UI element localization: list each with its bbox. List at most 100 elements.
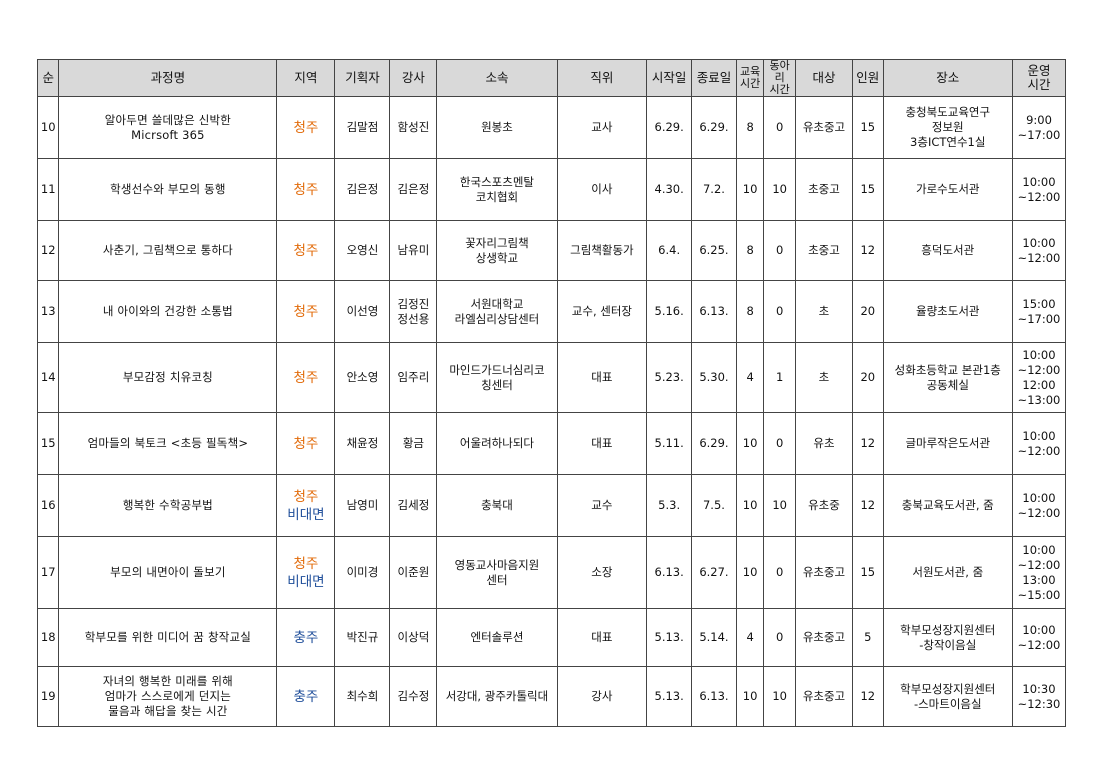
table-row: 18 학부모를 위한 미디어 꿈 창작교실 충주 박진규 이상덕 엔터솔루션 대표 5.13.…	[36, 608, 1067, 667]
course-name: 사춘기, 그림책으로 통하다	[58, 220, 278, 281]
row-no-line: 19	[40, 689, 56, 703]
row-no-line: 13	[40, 304, 56, 318]
place-line: 흥덕도서관	[921, 243, 975, 257]
header-start: 시작일	[646, 59, 693, 97]
affiliation-line: 영동교사마음지원	[454, 557, 540, 572]
region: 청주	[276, 280, 336, 343]
start-date: 4.30.	[646, 158, 693, 221]
club-hours-line: 10	[772, 182, 787, 196]
place-line: 학부모성장지원센터	[900, 622, 996, 637]
headcount-line: 20	[860, 304, 876, 318]
club-hours: 10	[763, 474, 796, 537]
op-time-line: ~12:00	[1017, 505, 1061, 520]
op-time: 10:00 ~12:00	[1011, 608, 1067, 667]
edu-hours-line: 10	[742, 182, 758, 196]
end-date: 6.13.	[691, 280, 737, 343]
op-time-line: ~13:00	[1017, 392, 1061, 407]
start-date: 5.16.	[646, 280, 693, 343]
club-hours: 0	[763, 96, 796, 159]
club-hours-line: 1	[776, 370, 784, 384]
instructor: 임주리	[389, 342, 438, 413]
place-line: 충청북도교육연구	[905, 105, 991, 119]
start-date-line: 5.13.	[654, 630, 684, 644]
op-time-line: ~12:00	[1017, 443, 1061, 458]
instructor-line: 김세정	[397, 498, 430, 512]
region: 청주	[276, 96, 336, 159]
position-line: 그림책활동가	[570, 243, 634, 257]
region-line: 청주	[293, 555, 319, 572]
place-line: -창작이음실	[919, 637, 977, 652]
start-date: 5.11.	[646, 412, 693, 475]
instructor: 이상덕	[389, 608, 438, 667]
region: 청주	[276, 412, 336, 475]
place-line: 글마루작은도서관	[905, 436, 991, 450]
course-name-line: Micrsoft 365	[131, 127, 205, 142]
program-table-container: 순 과정명 지역 기획자 강사 소속 직위 시작일 종료일 교육 시간 동아리 …	[36, 59, 1067, 727]
end-date-line: 6.13.	[699, 689, 729, 703]
instructor-line: 남유미	[397, 243, 430, 257]
region-line: 충주	[293, 629, 319, 646]
place: 성화초등학교 본관1층 공동체실	[882, 342, 1013, 413]
instructor: 남유미	[389, 220, 438, 281]
target: 유초중고	[794, 536, 854, 609]
table-row: 10 알아두면 쓸데많은 신박한 Micrsoft 365 청주 김말점 함성진 원봉초 교사…	[36, 96, 1067, 159]
planner: 남영미	[334, 474, 391, 537]
region-line: 청주	[293, 242, 319, 259]
position: 강사	[556, 666, 648, 727]
headcount: 15	[852, 158, 884, 221]
club-hours-line: 0	[776, 565, 784, 579]
place-line: 공동체실	[926, 377, 969, 392]
header-planner: 기획자	[334, 59, 391, 97]
end-date: 5.14.	[691, 608, 737, 667]
row-no-line: 17	[40, 565, 56, 579]
op-time-line: 13:00	[1022, 572, 1056, 587]
course-name-line: 행복한 수학공부법	[122, 498, 213, 512]
start-date: 6.13.	[646, 536, 693, 609]
position: 교수	[556, 474, 648, 537]
target: 유초	[794, 412, 854, 475]
row-no-line: 12	[40, 243, 56, 257]
region-line: 청주	[293, 181, 319, 198]
course-name-line: 사춘기, 그림책으로 통하다	[102, 243, 233, 257]
position-line: 대표	[591, 630, 613, 644]
header-club-hours: 동아리 시간	[763, 59, 796, 97]
course-name: 학생선수와 부모의 동행	[58, 158, 278, 221]
end-date: 6.25.	[691, 220, 737, 281]
op-time-line: 10:00	[1022, 542, 1056, 557]
op-time-line: ~17:00	[1017, 127, 1061, 142]
op-time-line: 10:00	[1022, 490, 1056, 505]
row-no-line: 18	[40, 630, 56, 644]
region: 청주	[276, 342, 336, 413]
instructor: 황금	[389, 412, 438, 475]
course-name-line: 자녀의 행복한 미래를 위해	[102, 674, 233, 688]
club-hours-line: 10	[772, 689, 787, 703]
position: 대표	[556, 608, 648, 667]
place-line: 율량초도서관	[916, 304, 980, 318]
affiliation-line: 엔터솔루션	[470, 630, 524, 644]
affiliation: 꽃자리그림책 상생학교	[436, 220, 558, 281]
target: 초중고	[794, 158, 854, 221]
program-table: 순 과정명 지역 기획자 강사 소속 직위 시작일 종료일 교육 시간 동아리 …	[36, 59, 1067, 727]
header-target: 대상	[794, 59, 854, 97]
position-line: 소장	[591, 565, 613, 579]
course-name: 내 아이와의 건강한 소통법	[58, 280, 278, 343]
end-date: 6.29.	[691, 96, 737, 159]
op-time-line: 10:00	[1022, 428, 1056, 443]
start-date: 5.13.	[646, 608, 693, 667]
edu-hours-line: 10	[742, 436, 758, 450]
op-time-line: ~12:00	[1017, 250, 1061, 265]
planner: 최수희	[334, 666, 391, 727]
course-name: 엄마들의 북토크 <초등 필독책>	[58, 412, 278, 475]
op-time-line: 9:00	[1026, 112, 1052, 127]
region-line: 청주	[293, 369, 319, 386]
affiliation: 충북대	[436, 474, 558, 537]
end-date: 6.27.	[691, 536, 737, 609]
row-no: 18	[36, 608, 60, 667]
target-line: 초중고	[808, 243, 840, 257]
target-line: 유초	[813, 436, 835, 450]
course-name: 자녀의 행복한 미래를 위해 엄마가 스스로에게 던지는 물음과 해답을 찾는 시간	[58, 666, 278, 727]
position-line: 대표	[591, 436, 613, 450]
target: 유초중	[794, 474, 854, 537]
planner-line: 김말점	[346, 120, 379, 134]
end-date-line: 5.14.	[699, 630, 729, 644]
